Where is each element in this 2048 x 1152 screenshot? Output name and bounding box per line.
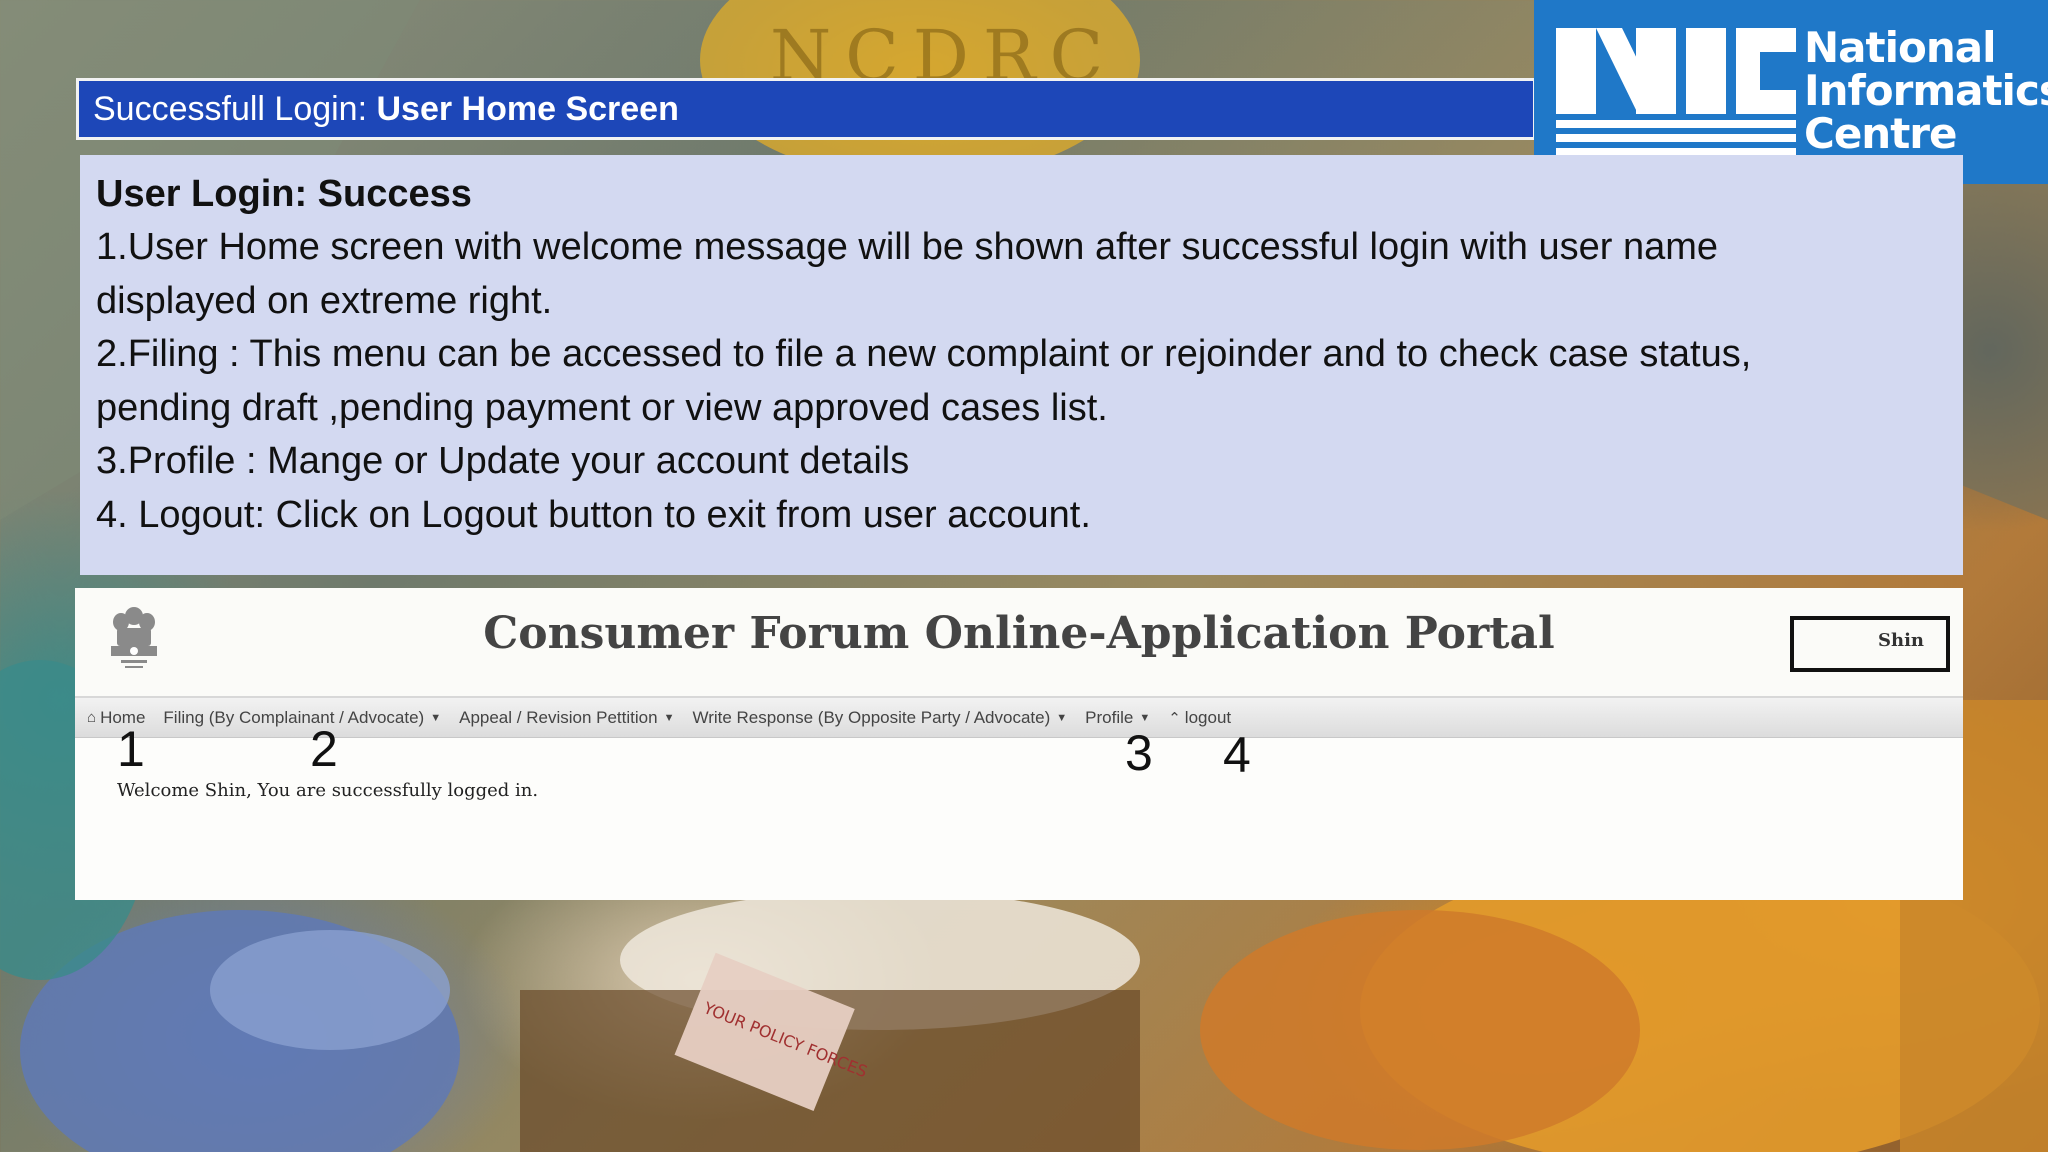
nav-filing-label: Filing (By Complainant / Advocate) [163,707,425,727]
info-line: displayed on extreme right. [96,279,553,322]
annotation-marker-3: 3 [1125,725,1153,781]
nav-write-response-label: Write Response (By Opposite Party / Advo… [692,707,1051,727]
nic-line-2: Informatics [1804,66,2048,115]
nav-appeal-label: Appeal / Revision Pettition [459,707,658,727]
user-name-badge[interactable]: Shin [1790,616,1950,672]
logout-icon: ⌃ [1168,709,1181,727]
caret-down-icon: ▼ [663,711,675,724]
annotation-marker-4: 4 [1223,727,1251,783]
nav-appeal[interactable]: Appeal / Revision Pettition ▼ [459,708,674,728]
annotation-marker-1: 1 [117,721,145,777]
nic-wordmark: National Informatics Centre [1804,26,2048,155]
info-line: 2.Filing : This menu can be accessed to … [96,333,1752,375]
info-line: 1.User Home screen with welcome message … [96,226,1719,268]
caret-down-icon: ▼ [430,711,442,724]
nic-line-3: Centre [1804,109,1957,158]
nav-write-response[interactable]: Write Response (By Opposite Party / Advo… [692,708,1067,728]
home-icon: ⌂ [87,709,97,726]
nic-line-1: National [1804,23,1996,72]
slide-title-emphasis: User Home Screen [376,90,679,128]
caret-down-icon: ▼ [1056,711,1068,724]
nic-mark-icon [1556,28,1796,156]
nav-logout-label: logout [1184,707,1232,727]
info-line: 3.Profile : Mange or Update your account… [96,440,910,482]
info-line: 4. Logout: Click on Logout button to exi… [96,493,1091,536]
portal-header: Consumer Forum Online-Application Portal… [75,588,1963,698]
info-panel: User Login: Success 1.User Home screen w… [80,155,1963,575]
nav-logout[interactable]: ⌃ logout [1168,708,1231,728]
nav-filing[interactable]: Filing (By Complainant / Advocate) ▼ [163,708,441,728]
info-heading: User Login: Success [96,173,472,215]
info-line: pending draft ,pending payment or view a… [96,386,1108,429]
portal-nav-bar: ⌂ Home Filing (By Complainant / Advocate… [75,698,1963,738]
portal-title: Consumer Forum Online-Application Portal [483,608,1555,659]
annotation-marker-2: 2 [310,721,338,777]
portal-screenshot: Consumer Forum Online-Application Portal… [75,588,1963,900]
welcome-message: Welcome Shin, You are successfully logge… [117,780,539,801]
slide-title-bar: Successfull Login: User Home Screen [76,78,1536,140]
caret-down-icon: ▼ [1139,711,1151,724]
slide-title-prefix: Successfull Login: [93,90,377,128]
